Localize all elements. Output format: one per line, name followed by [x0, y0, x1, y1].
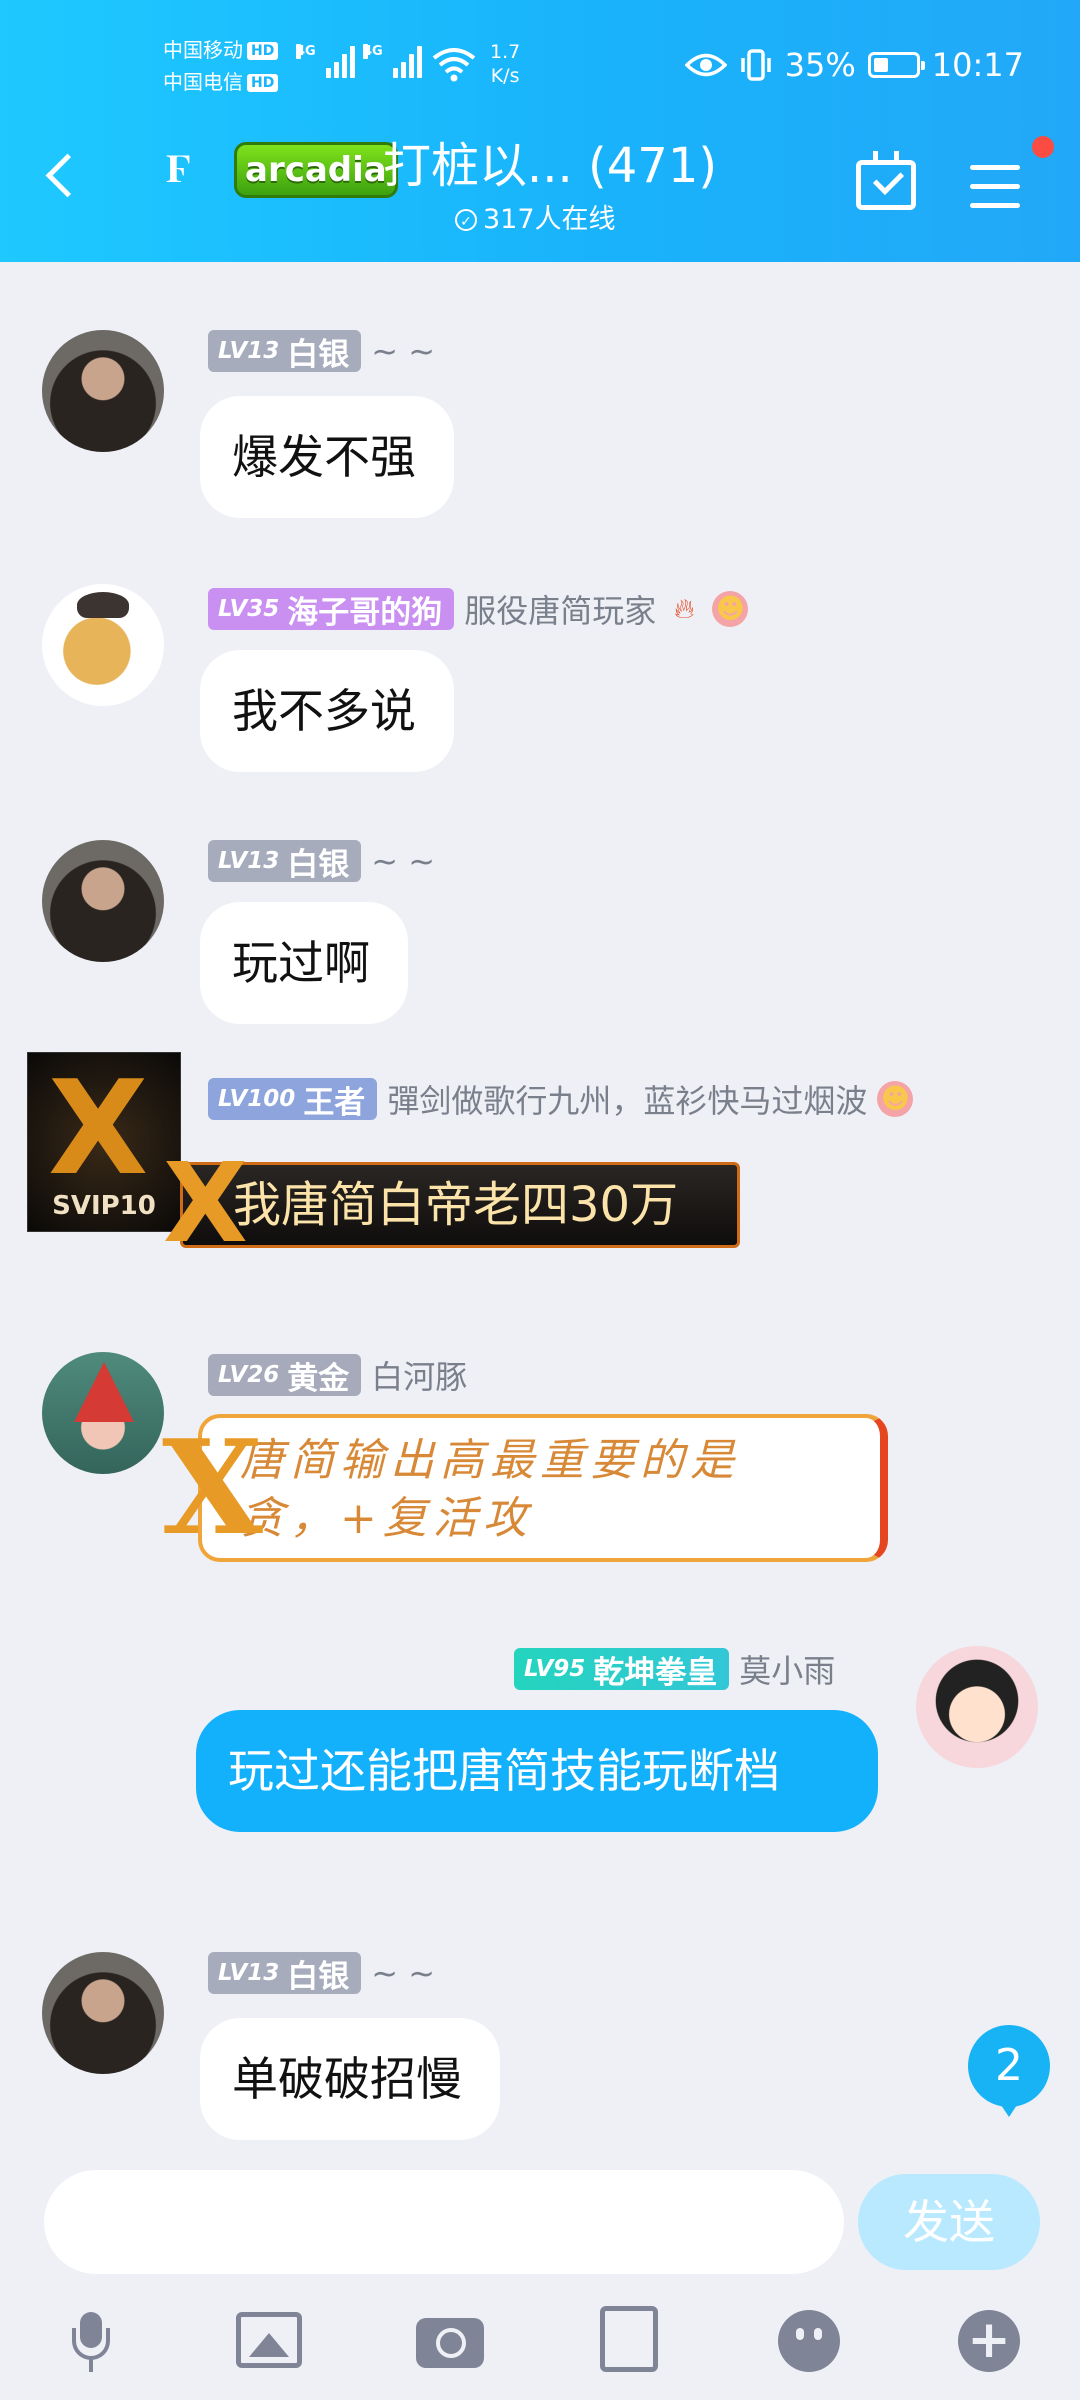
net-speed: 1.7 K/s	[490, 41, 521, 87]
message-bubble[interactable]: 玩过还能把唐简技能玩断档	[196, 1710, 878, 1832]
sender-meta: LV13 白银 ~ ~	[208, 840, 435, 883]
sender-name[interactable]: ~ ~	[371, 332, 435, 370]
avatar[interactable]	[42, 330, 164, 452]
sender-meta: LV13 白银 ~ ~	[208, 330, 435, 373]
camera-icon[interactable]	[416, 2318, 484, 2368]
message-bubble[interactable]: 玩过啊	[200, 902, 408, 1024]
svip-label: SVIP10	[52, 1191, 156, 1221]
vibrate-icon	[740, 49, 771, 81]
message-list[interactable]: LV13 白银 ~ ~ 爆发不强 LV35 海子哥的狗 服役唐简玩家 🔥︎ ☻ 我不…	[0, 262, 1080, 2166]
message-bubble[interactable]: X 我唐简白帝老四30万	[163, 1148, 740, 1258]
level-badge: LV13 白银	[208, 330, 362, 373]
avatar[interactable]	[42, 1952, 164, 2074]
sender-meta: LV26 黄金 白河豚	[208, 1352, 467, 1398]
unread-count-badge[interactable]: 2	[968, 2025, 1050, 2117]
fire-icon: 🔥︎	[674, 592, 695, 625]
level-badge: LV26 黄金	[208, 1354, 362, 1397]
online-count[interactable]: ✓ 317人在线	[455, 203, 616, 237]
group-title[interactable]: 打桩以... (471)	[383, 134, 717, 198]
level-badge: LV100 王者	[208, 1078, 378, 1121]
sender-meta: LV100 王者 彈剑做歌行九州，蓝衫快马过烟波 ☻	[208, 1076, 914, 1122]
sender-meta: LV13 白银 ~ ~	[208, 1952, 435, 1995]
battery-percent: 35%	[784, 46, 856, 84]
menu-icon[interactable]	[970, 165, 1020, 222]
chat-header: 中国移动 HD 中国电信 HD 4G 4G 1.7 K/s 35% 10:17 𝟊 …	[0, 0, 1080, 262]
x-emblem-icon: X	[163, 1139, 248, 1267]
avatar[interactable]: X SVIP10	[27, 1052, 181, 1232]
x-emblem-icon: X	[48, 1052, 149, 1204]
sender-meta: LV35 海子哥的狗 服役唐简玩家 🔥︎ ☻	[208, 586, 749, 632]
carrier-1: 中国移动	[163, 38, 243, 62]
sender-name[interactable]: 彈剑做歌行九州，蓝衫快马过烟波	[387, 1076, 867, 1122]
status-carriers: 中国移动 HD 中国电信 HD	[163, 34, 279, 98]
avatar[interactable]	[42, 1352, 164, 1474]
input-toolbar: +	[0, 2306, 1080, 2376]
sender-name[interactable]: ~ ~	[371, 842, 435, 880]
message-bubble[interactable]: X 唐简输出高最重要的是 贪，+复活攻	[162, 1414, 888, 1562]
red-packet-icon[interactable]	[600, 2306, 658, 2372]
signal-icon: 4G	[296, 44, 355, 78]
message-bubble[interactable]: 我不多说	[200, 650, 454, 772]
notification-dot	[1032, 136, 1054, 158]
back-arrow-icon[interactable]	[45, 153, 90, 198]
group-badge: arcadia	[234, 142, 398, 198]
sender-name[interactable]: ~ ~	[371, 1954, 435, 1992]
hd-badge: HD	[247, 74, 279, 92]
sender-name[interactable]: 莫小雨	[739, 1646, 835, 1692]
signal-icon: 4G	[363, 44, 422, 78]
smile-icon: ☻	[877, 1081, 914, 1117]
check-circle-icon: ✓	[455, 209, 477, 231]
clock: 10:17	[931, 46, 1024, 84]
level-badge: LV35 海子哥的狗	[208, 588, 455, 631]
hd-badge: HD	[247, 42, 279, 60]
level-badge: LV13 白银	[208, 840, 362, 883]
avatar[interactable]	[42, 584, 164, 706]
x-emblem-icon: X	[162, 1411, 269, 1564]
eye-icon	[684, 53, 727, 77]
sender-meta: LV95 乾坤拳皇 莫小雨	[514, 1646, 835, 1692]
smile-icon: ☻	[712, 591, 749, 627]
send-button[interactable]: 发送	[858, 2174, 1040, 2270]
avatar[interactable]	[42, 840, 164, 962]
avatar[interactable]	[916, 1646, 1038, 1768]
sender-name[interactable]: 服役唐简玩家	[464, 586, 656, 632]
signal-icons: 4G 4G	[296, 44, 422, 78]
input-bar: 发送 +	[0, 2166, 1080, 2400]
status-right: 35% 10:17	[684, 46, 1024, 84]
carrier-2: 中国电信	[163, 70, 243, 94]
plus-icon[interactable]: +	[958, 2310, 1020, 2372]
ear-icon[interactable]: 𝟊	[166, 146, 212, 192]
image-icon[interactable]	[236, 2312, 302, 2368]
emoji-icon[interactable]	[778, 2310, 840, 2372]
message-bubble[interactable]: 单破破招慢	[200, 2018, 500, 2140]
message-bubble[interactable]: 爆发不强	[200, 396, 454, 518]
level-badge: LV13 白银	[208, 1952, 362, 1995]
message-input[interactable]	[44, 2170, 844, 2274]
mic-icon[interactable]	[56, 2306, 126, 2376]
battery-icon	[867, 52, 925, 78]
wifi-icon	[432, 48, 476, 82]
calendar-check-icon[interactable]	[856, 151, 916, 210]
sender-name[interactable]: 白河豚	[371, 1352, 467, 1398]
level-badge: LV95 乾坤拳皇	[514, 1648, 730, 1691]
